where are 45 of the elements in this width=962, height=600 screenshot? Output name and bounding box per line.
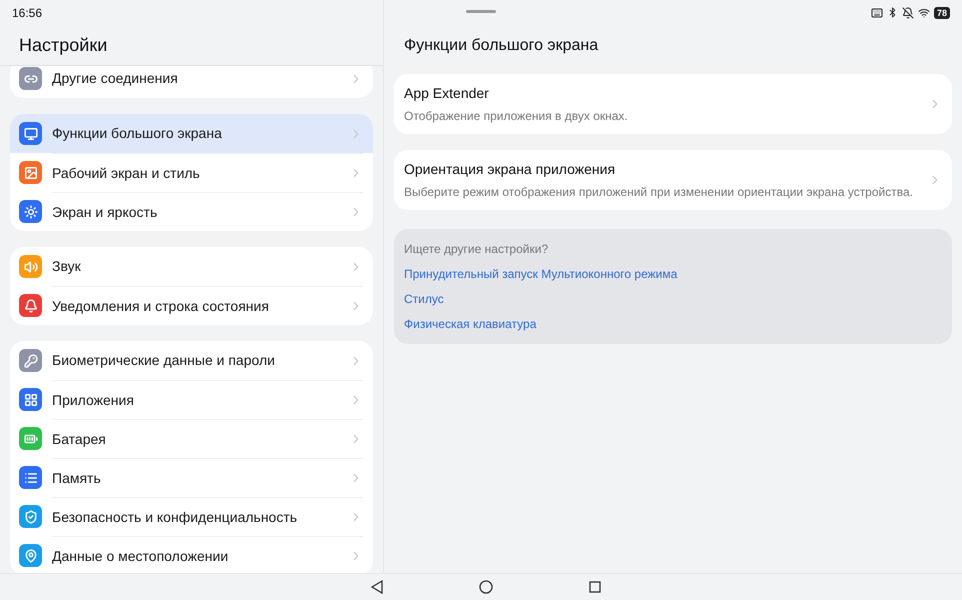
- settings-title: Настройки: [19, 34, 108, 57]
- recents-icon[interactable]: [589, 581, 601, 593]
- settings-item[interactable]: Приложения: [10, 380, 373, 419]
- feature-card[interactable]: Ориентация экрана приложения Выберите режим отображения приложений при изменении ориентации экрана устройства.: [394, 150, 952, 210]
- suggestion-link[interactable]: Принудительный запуск Мультиоконного режима: [404, 265, 678, 283]
- bluetooth-icon: [886, 7, 898, 18]
- item-label: Другие соединения: [52, 69, 179, 88]
- item-label: Батарея: [52, 430, 107, 449]
- suggestion-link[interactable]: Стилус: [404, 290, 444, 308]
- back-icon[interactable]: [371, 580, 383, 594]
- card-title: Ориентация экрана приложения: [404, 160, 616, 179]
- item-label: Биометрические данные и пароли: [52, 351, 276, 370]
- item-label: Рабочий экран и стиль: [52, 164, 201, 183]
- drag-handle[interactable]: [466, 10, 496, 13]
- wifi-icon: [918, 6, 930, 18]
- feature-card[interactable]: App Extender Отображение приложения в двух окнах.: [394, 74, 952, 134]
- suggestion-link[interactable]: Физическая клавиатура: [404, 315, 536, 333]
- item-label: Безопасность и конфиденциальность: [52, 508, 298, 527]
- battery-level: 78: [934, 6, 950, 18]
- item-label: Звук: [52, 257, 82, 276]
- settings-item[interactable]: Функции большого экрана: [10, 114, 373, 153]
- item-label: Приложения: [52, 390, 135, 410]
- item-label: Память: [52, 468, 102, 488]
- item-label: Экран и яркость: [52, 202, 158, 222]
- settings-item[interactable]: Экран и яркость: [10, 192, 373, 231]
- item-label: Функции большого экрана: [52, 124, 223, 143]
- keyboard-icon: [870, 6, 883, 18]
- settings-item[interactable]: Рабочий экран и стиль: [10, 153, 373, 192]
- item-label: Уведомления и строка состояния: [52, 296, 270, 316]
- settings-item[interactable]: Батарея: [10, 419, 373, 458]
- status-time: 16:56: [12, 4, 42, 22]
- suggestions-heading: Ищете другие настройки?: [404, 241, 550, 258]
- card-title: App Extender: [404, 84, 490, 103]
- home-icon[interactable]: [479, 580, 493, 594]
- settings-item[interactable]: Безопасность и конфиденциальность: [10, 497, 373, 536]
- bell-off-icon: [902, 6, 914, 18]
- settings-item[interactable]: Память: [10, 458, 373, 497]
- item-label: Данные о местоположении: [52, 546, 230, 566]
- settings-item[interactable]: Уведомления и строка состояния: [10, 286, 373, 325]
- page-title: Функции большого экрана: [404, 36, 598, 56]
- settings-item[interactable]: Звук: [10, 247, 373, 286]
- card-subtitle: Отображение приложения в двух окнах.: [404, 108, 629, 125]
- card-subtitle: Выберите режим отображения приложений при изменении ориентации экрана устройства.: [404, 184, 914, 201]
- settings-item[interactable]: Другие соединения: [10, 66, 373, 98]
- settings-item[interactable]: Биометрические данные и пароли: [10, 341, 373, 380]
